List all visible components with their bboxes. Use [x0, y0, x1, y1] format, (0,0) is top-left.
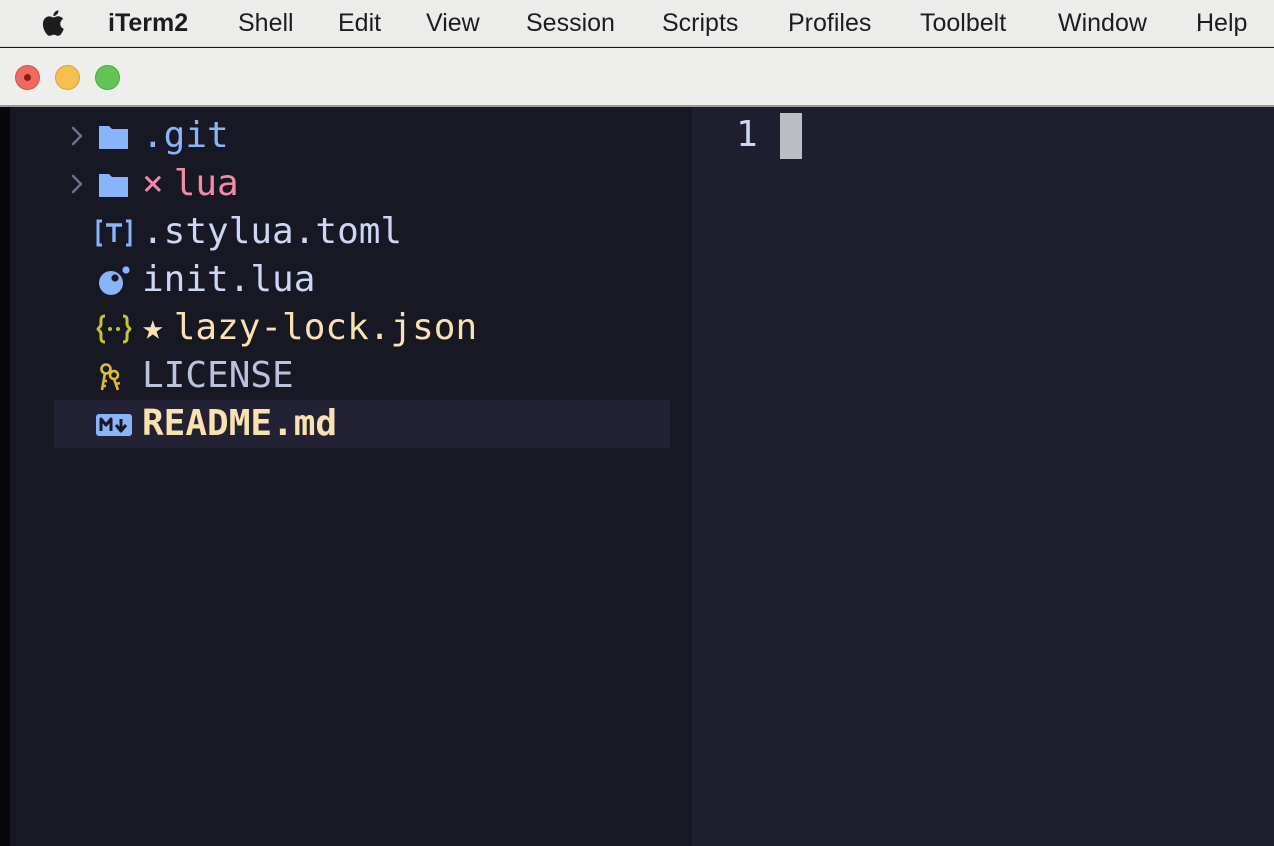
- tree-entry-name: .stylua.toml: [142, 211, 403, 252]
- menu-window[interactable]: Window: [1058, 0, 1147, 47]
- menu-view[interactable]: View: [426, 0, 480, 47]
- tree-entry-git[interactable]: .git: [54, 112, 670, 160]
- minimize-window-button[interactable]: [55, 65, 80, 90]
- tree-entry-init-lua[interactable]: init.lua: [54, 256, 670, 304]
- menu-toolbelt[interactable]: Toolbelt: [920, 0, 1006, 47]
- tree-entry-name: lua: [173, 163, 239, 204]
- chevron-right-icon[interactable]: [68, 172, 86, 196]
- lua-icon: [99, 266, 130, 295]
- editor-pane[interactable]: 1: [692, 107, 1274, 846]
- tree-entry-license[interactable]: LICENSE: [54, 352, 670, 400]
- menu-scripts[interactable]: Scripts: [662, 0, 738, 47]
- tree-entry-lua[interactable]: × lua: [54, 160, 670, 208]
- tree-entry-name: README.md: [142, 403, 338, 444]
- tree-entry-name: lazy-lock.json: [173, 307, 478, 348]
- tree-entry-lazy-lock-json[interactable]: ★ lazy-lock.json: [54, 304, 670, 352]
- zoom-window-button[interactable]: [95, 65, 120, 90]
- line-number: 1: [736, 114, 758, 155]
- menu-app-iterm2[interactable]: iTerm2: [108, 0, 188, 47]
- window-title-bar[interactable]: [0, 48, 1274, 107]
- tree-entry-label: × lua: [142, 160, 239, 208]
- tree-entry-stylua-toml[interactable]: .stylua.toml: [54, 208, 670, 256]
- toml-icon: [96, 219, 132, 247]
- menu-edit[interactable]: Edit: [338, 0, 381, 47]
- close-window-button[interactable]: [15, 65, 40, 90]
- apple-icon[interactable]: [38, 7, 70, 39]
- license-key-icon: [100, 363, 121, 391]
- menu-bar: iTerm2 Shell Edit View Session Scripts P…: [0, 0, 1274, 47]
- tree-entry-name: init.lua: [142, 259, 316, 300]
- tree-entry-readme-md[interactable]: README.md: [54, 400, 670, 448]
- text-cursor: [780, 113, 802, 159]
- menu-profiles[interactable]: Profiles: [788, 0, 871, 47]
- folder-icon: [99, 174, 128, 197]
- markdown-icon: [96, 414, 132, 436]
- menu-help[interactable]: Help: [1196, 0, 1247, 47]
- folder-icon: [99, 126, 128, 149]
- file-tree-pane: .git × lua .stylua.toml init.lua ★ lazy-…: [10, 107, 692, 846]
- pane-edge: [0, 107, 10, 846]
- json-icon: [96, 314, 132, 344]
- tree-entry-name: LICENSE: [142, 355, 294, 396]
- menu-session[interactable]: Session: [526, 0, 615, 47]
- tree-entry-label: ★ lazy-lock.json: [142, 304, 477, 352]
- git-status-symbol: ×: [142, 163, 164, 204]
- menu-shell[interactable]: Shell: [238, 0, 294, 47]
- chevron-right-icon[interactable]: [68, 124, 86, 148]
- git-status-symbol: ★: [142, 307, 164, 348]
- tree-entry-name: .git: [142, 115, 229, 156]
